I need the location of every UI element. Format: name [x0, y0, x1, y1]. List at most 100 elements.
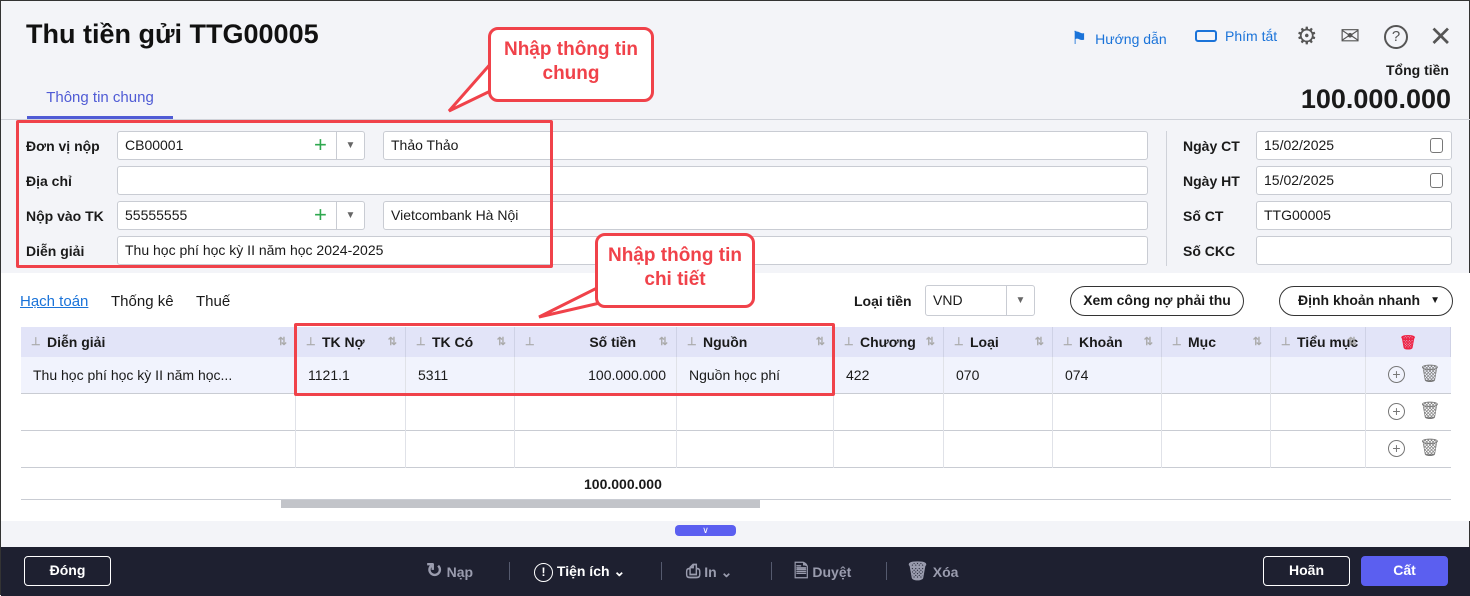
date-ct-value: 15/02/2025 [1264, 137, 1335, 153]
approve-button[interactable]: 🗎 Duyệt [794, 561, 851, 582]
table-cell[interactable] [515, 394, 677, 431]
table-cell[interactable]: 074 [1053, 357, 1162, 394]
add-row-icon[interactable]: + [1388, 440, 1405, 457]
tab-statistics[interactable]: Thống kê [111, 293, 174, 310]
date-ht-field[interactable]: 15/02/2025 [1256, 166, 1452, 195]
so-ckc-label: Số CKC [1183, 243, 1236, 259]
print-button[interactable]: ⎙ In ⌄ [686, 561, 732, 582]
table-cell[interactable] [944, 431, 1053, 468]
table-cell[interactable] [834, 431, 944, 468]
sort-icon[interactable]: ⇅ [1253, 327, 1262, 357]
footer-bar [1, 547, 1470, 596]
tab-tax[interactable]: Thuế [196, 293, 230, 310]
sort-icon[interactable]: ⇅ [1035, 327, 1044, 357]
annotation-general-box [16, 120, 553, 268]
cancel-button[interactable]: Hoãn [1263, 556, 1350, 586]
add-row-icon[interactable]: + [1388, 403, 1405, 420]
table-cell[interactable] [515, 431, 677, 468]
save-button[interactable]: Cất [1361, 556, 1448, 586]
sort-icon[interactable]: ⇅ [278, 327, 287, 357]
table-cell[interactable] [406, 394, 515, 431]
table-cell[interactable] [1053, 431, 1162, 468]
table-cell[interactable] [296, 394, 406, 431]
currency-value: VND [933, 292, 963, 308]
so-ct-field[interactable]: TTG00005 [1256, 201, 1452, 230]
table-cell[interactable] [1162, 357, 1271, 394]
tab-general-info[interactable]: Thông tin chung [27, 79, 173, 119]
table-cell[interactable]: Thu học phí học kỳ II năm học... [21, 357, 296, 394]
table-cell[interactable] [1053, 394, 1162, 431]
table-cell[interactable] [406, 431, 515, 468]
table-cell[interactable] [296, 431, 406, 468]
calendar-icon[interactable] [1430, 173, 1443, 188]
column-label: Khoản [1079, 334, 1123, 350]
gear-icon[interactable]: ⚙ [1296, 25, 1322, 51]
table-cell[interactable] [1162, 431, 1271, 468]
guide-label: Hướng dẫn [1095, 30, 1167, 47]
column-label: Mục [1188, 334, 1216, 350]
delete-all-icon[interactable]: 🗑 [1366, 327, 1451, 357]
pin-icon[interactable]: ⊥ [954, 327, 964, 357]
table-cell[interactable] [677, 431, 834, 468]
signpost-icon: ⚑ [1071, 28, 1088, 48]
pin-icon[interactable]: ⊥ [844, 327, 854, 357]
table-cell[interactable] [944, 394, 1053, 431]
trash-icon[interactable]: 🗑 [1419, 364, 1441, 384]
pin-icon[interactable]: ⊥ [1281, 327, 1291, 357]
quick-entry-label: Định khoản nhanh [1298, 292, 1421, 308]
table-cell[interactable] [1271, 431, 1366, 468]
delete-button[interactable]: 🗑 Xóa [906, 561, 958, 582]
pin-icon[interactable]: ⊥ [1172, 327, 1182, 357]
calendar-icon[interactable] [1430, 138, 1443, 153]
tab-accounting[interactable]: Hạch toán [20, 293, 88, 310]
add-row-icon[interactable]: + [1388, 366, 1405, 383]
so-ct-label: Số CT [1183, 208, 1224, 224]
column-header[interactable]: ⊥ Diễn giải ⇅ [21, 327, 296, 357]
so-ckc-field[interactable] [1256, 236, 1452, 265]
sort-icon[interactable]: ⇅ [1144, 327, 1153, 357]
trash-icon[interactable]: 🗑 [1419, 438, 1441, 458]
table-cell[interactable]: 070 [944, 357, 1053, 394]
currency-label: Loại tiền [854, 293, 912, 309]
table-cell[interactable] [1162, 394, 1271, 431]
table-cell[interactable] [21, 394, 296, 431]
column-header[interactable]: ⊥ Mục ⇅ [1162, 327, 1271, 357]
column-header[interactable]: ⊥ Chương ⇅ [834, 327, 944, 357]
table-cell[interactable] [834, 394, 944, 431]
column-header[interactable]: ⊥ Loại ⇅ [944, 327, 1053, 357]
table-cell[interactable] [21, 431, 296, 468]
horizontal-scrollbar[interactable] [281, 500, 760, 508]
table-cell[interactable] [1271, 394, 1366, 431]
column-label: Diễn giải [47, 334, 106, 350]
column-header[interactable]: ⊥ Khoản ⇅ [1053, 327, 1162, 357]
sort-icon[interactable]: ⇅ [1348, 327, 1357, 357]
guide-link[interactable]: ⚑ Hướng dẫn [1071, 28, 1167, 49]
reload-button[interactable]: ↻ Nạp [426, 561, 473, 582]
table-cell[interactable] [677, 394, 834, 431]
quick-entry-button[interactable]: Định khoản nhanh ▼ [1279, 286, 1453, 316]
page-title: Thu tiền gửi TTG00005 [26, 19, 319, 49]
shortcut-label: Phím tắt [1225, 28, 1278, 44]
utilities-button[interactable]: ! Tiện ích ⌄ [534, 561, 625, 582]
shortcut-link[interactable]: Phím tắt [1195, 28, 1277, 44]
close-button[interactable]: Đóng [24, 556, 111, 586]
mail-forward-icon[interactable]: ✉ [1340, 25, 1366, 51]
printer-icon: ⎙ [686, 561, 701, 581]
close-icon[interactable]: ✕ [1429, 23, 1455, 51]
currency-select[interactable]: VND ▼ [925, 285, 1035, 316]
callout-detail: Nhập thông tin chi tiết [595, 233, 755, 308]
collapse-toggle[interactable]: ∨ [675, 525, 736, 536]
info-icon: ! [534, 563, 553, 582]
pin-icon[interactable]: ⊥ [31, 327, 41, 357]
column-header[interactable]: ⊥ Tiểu mục ⇅ [1271, 327, 1366, 357]
pin-icon[interactable]: ⊥ [1063, 327, 1073, 357]
trash-icon: 🗑 [906, 561, 929, 581]
chevron-down-icon: ⌄ [613, 563, 626, 579]
help-icon[interactable]: ? [1384, 25, 1408, 49]
view-receivables-button[interactable]: Xem công nợ phải thu [1070, 286, 1244, 316]
sort-icon[interactable]: ⇅ [926, 327, 935, 357]
table-cell[interactable]: 422 [834, 357, 944, 394]
trash-icon[interactable]: 🗑 [1419, 401, 1441, 421]
date-ct-field[interactable]: 15/02/2025 [1256, 131, 1452, 160]
table-cell[interactable] [1271, 357, 1366, 394]
